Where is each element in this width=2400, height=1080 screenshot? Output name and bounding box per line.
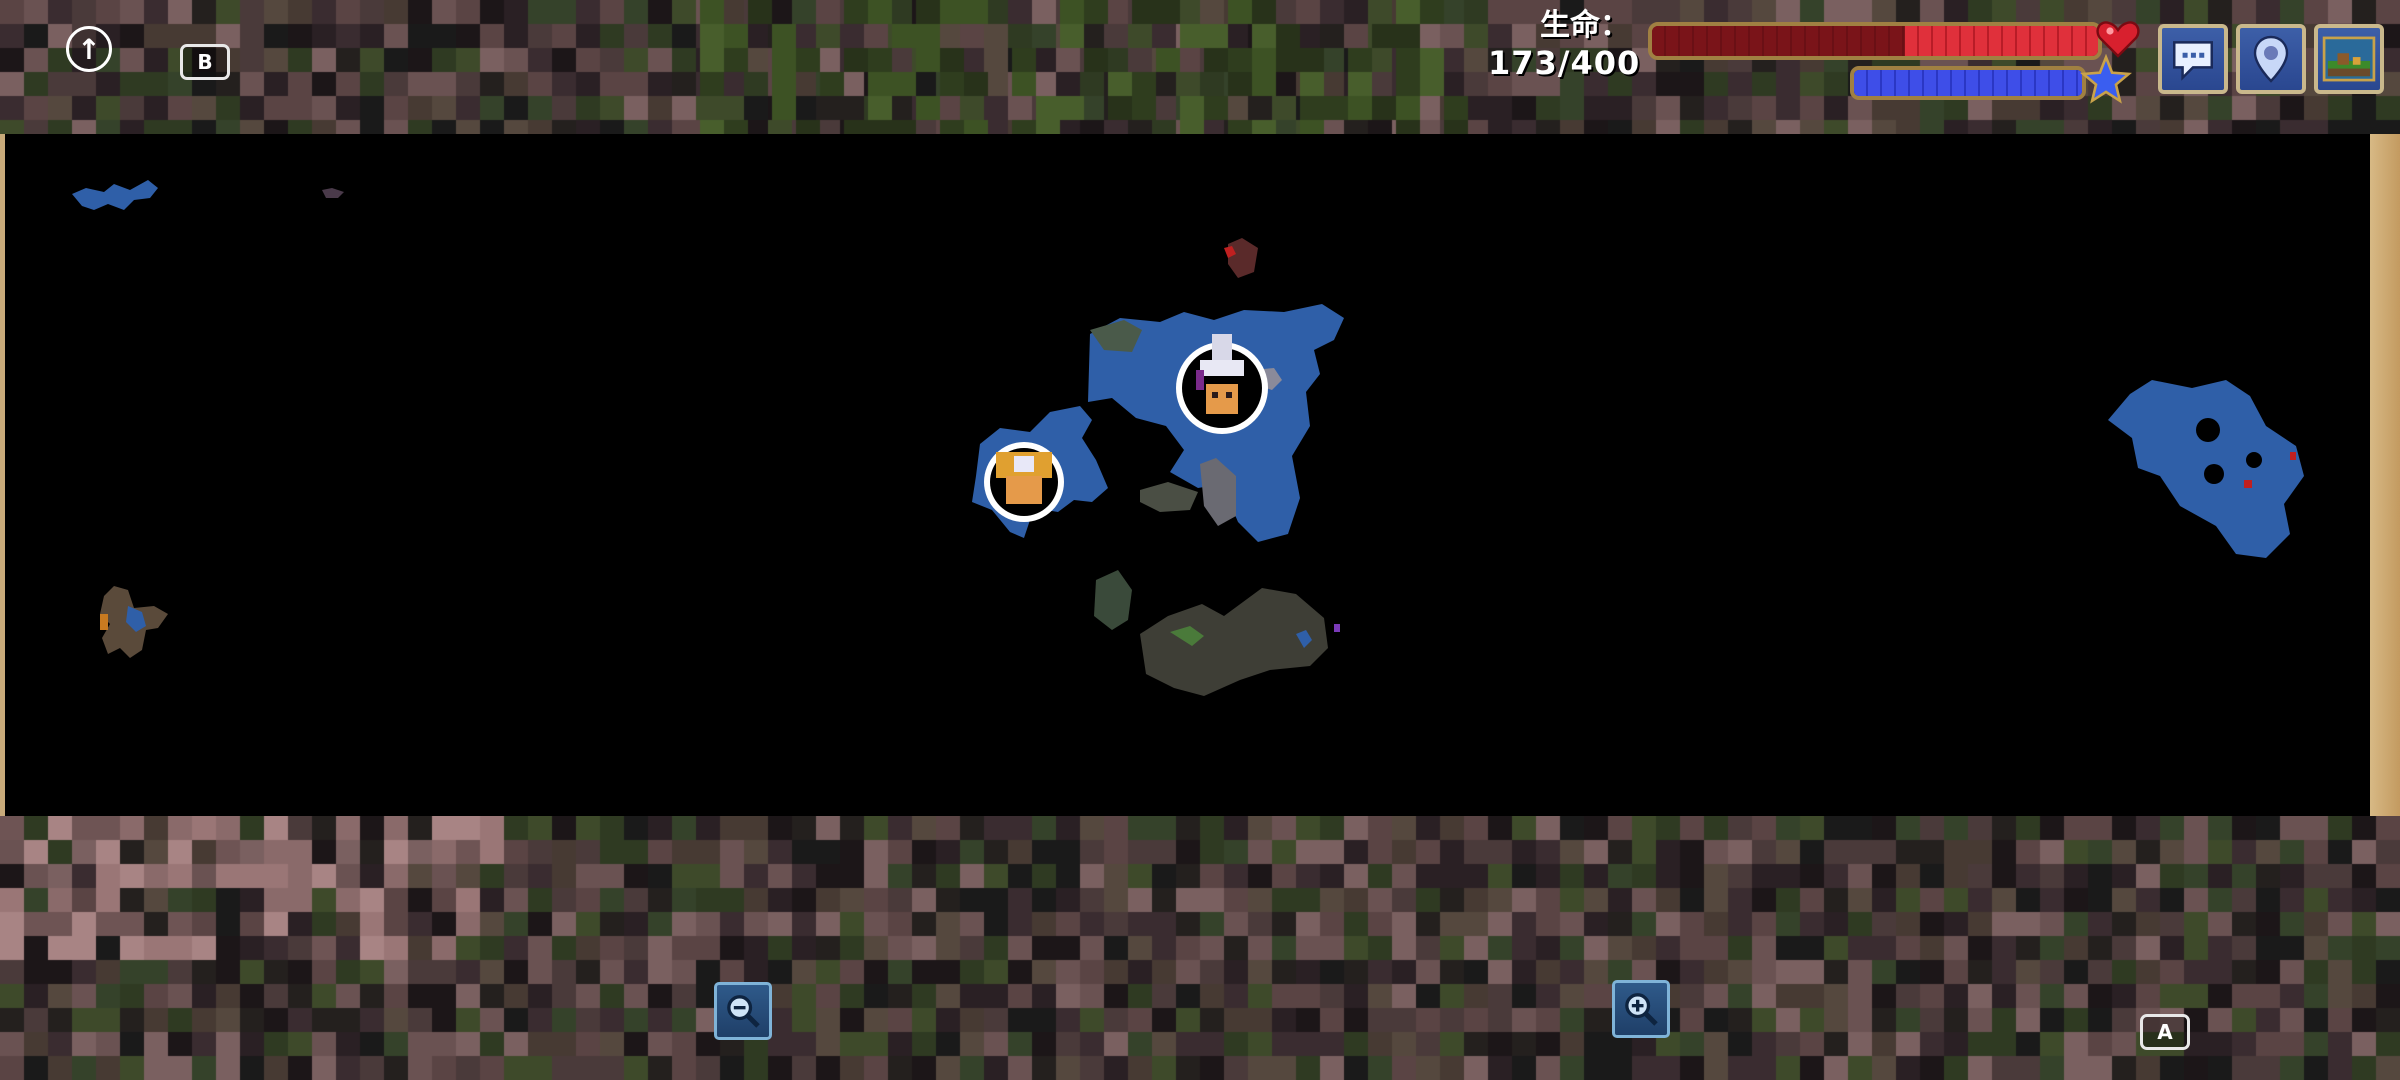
- explored-area-topleft: [72, 180, 344, 210]
- up-arrow-icon: ↑: [77, 32, 101, 66]
- life-label: 生命：: [1540, 8, 1630, 43]
- map-border-right: [2370, 134, 2400, 816]
- mana-bar-fill: [1854, 70, 2082, 96]
- up-arrow-button[interactable]: ↑: [66, 26, 112, 72]
- map-pin-icon: [2253, 35, 2289, 83]
- health-bar-empty: [1652, 26, 1905, 56]
- key-hint-a: A: [2140, 1014, 2190, 1050]
- zoom-in-button[interactable]: [1612, 980, 1670, 1038]
- explored-area-lower-center: [1094, 570, 1340, 696]
- mana-bar: [1850, 66, 2086, 100]
- map-pin-button[interactable]: [2236, 24, 2306, 94]
- explored-area-left: [100, 586, 168, 658]
- zoom-in-icon: [1625, 993, 1658, 1026]
- explored-area-right: [2108, 380, 2304, 558]
- chat-button[interactable]: [2158, 24, 2228, 94]
- life-value: 173/400: [1488, 44, 1641, 82]
- world-map-button[interactable]: [2314, 24, 2384, 94]
- chat-bubble-icon: [2173, 41, 2213, 81]
- zoom-out-button[interactable]: [714, 982, 772, 1040]
- zoom-out-icon: [727, 995, 760, 1028]
- world-map-icon: [2322, 36, 2376, 82]
- npc-head-marker[interactable]: [984, 442, 1064, 522]
- health-bar-fill: [1905, 26, 2098, 56]
- health-bar: [1648, 22, 2102, 60]
- mana-star-icon: [2080, 54, 2132, 104]
- map-explored-areas: [72, 180, 2304, 696]
- key-hint-b: B: [180, 44, 230, 80]
